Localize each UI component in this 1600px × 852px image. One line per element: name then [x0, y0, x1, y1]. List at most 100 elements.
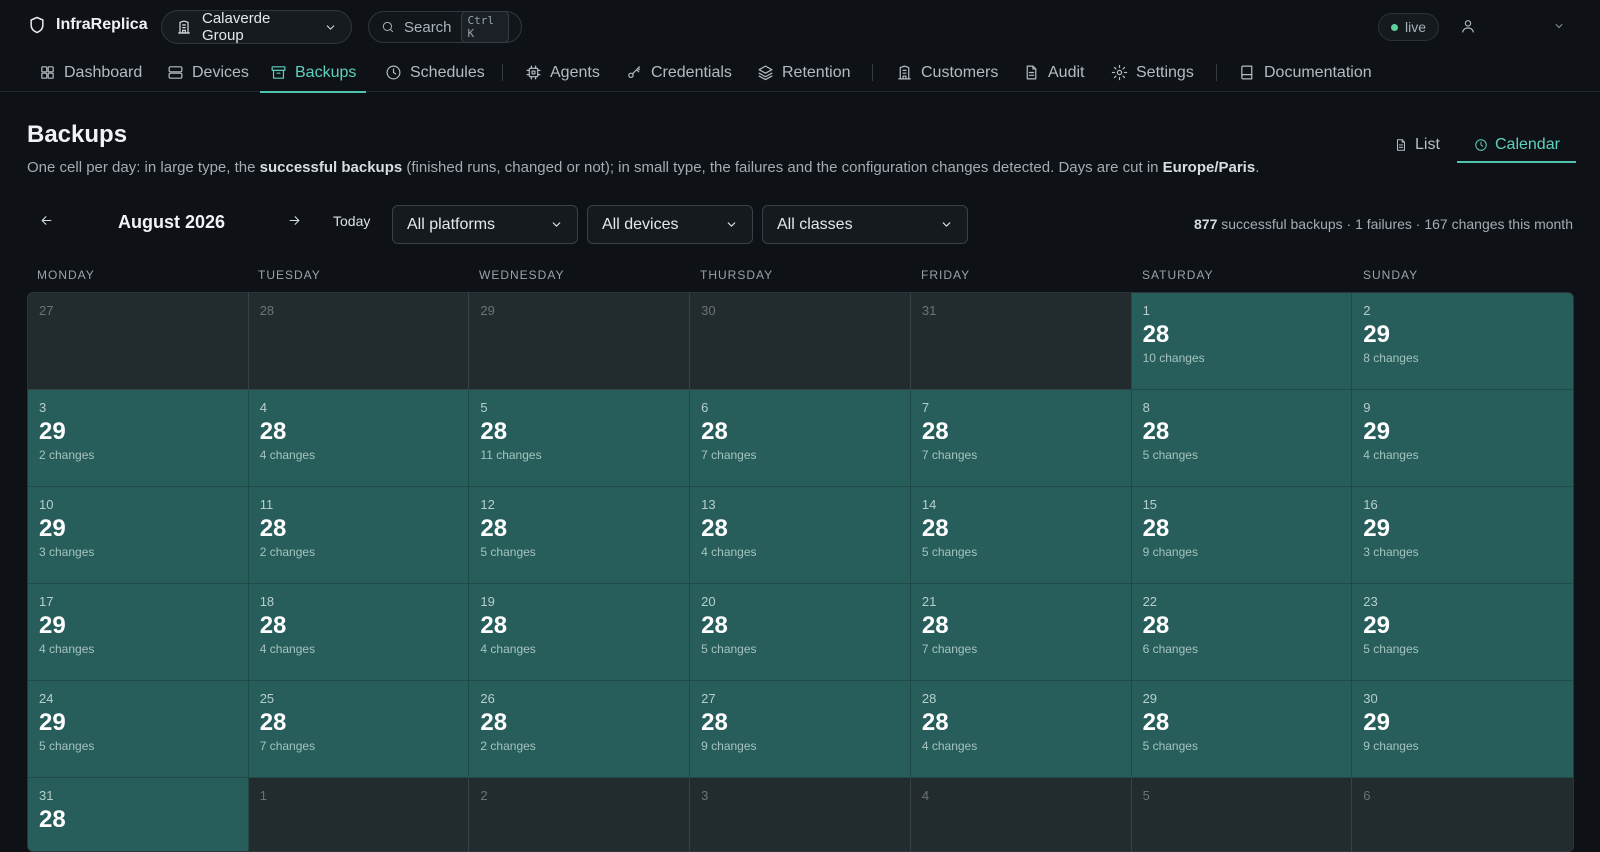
successful-backups-count: 29	[1363, 709, 1390, 736]
calendar-day-cell-outside[interactable]: 31	[910, 293, 1132, 390]
nav-credentials[interactable]: Credentials	[616, 53, 742, 92]
successful-backups-count: 28	[259, 418, 287, 445]
successful-backups-count: 29	[39, 515, 66, 542]
successful-backups-count: 28	[259, 515, 287, 542]
successful-backups-count: 28	[921, 418, 949, 445]
device-select[interactable]: All devices	[587, 205, 753, 244]
calendar-day-cell-outside[interactable]: 1	[248, 778, 470, 851]
weekday-label: SUNDAY	[1363, 268, 1419, 282]
top-bar: InfraReplica Calaverde Group Search Ctrl…	[0, 0, 1600, 53]
calendar-day-cell[interactable]: 24 29 5 changes	[28, 681, 249, 778]
org-switcher-button[interactable]: Calaverde Group	[161, 10, 352, 44]
search-button[interactable]: Search Ctrl K	[368, 11, 522, 43]
calendar-day-cell[interactable]: 28 28 4 changes	[910, 681, 1132, 778]
nav-schedules[interactable]: Schedules	[375, 53, 495, 92]
calendar-day-cell[interactable]: 11 28 2 changes	[248, 487, 470, 584]
calendar-day-cell[interactable]: 17 29 4 changes	[28, 584, 249, 681]
calendar-day-cell[interactable]: 4 28 4 changes	[248, 390, 470, 487]
nav-backups[interactable]: Backups	[260, 53, 367, 93]
calendar-day-cell[interactable]: 8 28 5 changes	[1131, 390, 1353, 487]
calendar-day-cell[interactable]: 31 28	[28, 778, 249, 851]
calendar-day-cell-outside[interactable]: 28	[248, 293, 470, 390]
nav-settings[interactable]: Settings	[1101, 53, 1204, 92]
calendar-day-cell-outside[interactable]: 3	[690, 778, 911, 851]
nav-label: Audit	[1048, 63, 1085, 81]
platform-select[interactable]: All platforms	[392, 205, 578, 244]
calendar-day-cell-outside[interactable]: 27	[28, 293, 249, 390]
calendar-day-cell[interactable]: 23 29 5 changes	[1352, 584, 1573, 681]
calendar-day-cell-outside[interactable]: 5	[1131, 778, 1353, 851]
calendar-day-cell-outside[interactable]: 4	[910, 778, 1132, 851]
nav-audit[interactable]: Audit	[1013, 53, 1094, 92]
calendar-day-cell[interactable]: 9 29 4 changes	[1352, 390, 1573, 487]
nav-agents[interactable]: Agents	[515, 53, 610, 92]
nav-divider	[1216, 64, 1217, 81]
class-select[interactable]: All classes	[762, 205, 968, 244]
calendar-day-cell[interactable]: 27 28 9 changes	[690, 681, 911, 778]
calendar-day-cell[interactable]: 25 28 7 changes	[248, 681, 470, 778]
calendar-day-cell-outside[interactable]: 29	[469, 293, 691, 390]
calendar-day-cell[interactable]: 1 28 10 changes	[1131, 293, 1353, 390]
calendar-day-cell[interactable]: 10 29 3 changes	[28, 487, 249, 584]
day-number: 8	[1142, 400, 1150, 415]
day-number: 15	[1142, 497, 1158, 512]
day-number: 13	[701, 497, 716, 512]
today-button[interactable]: Today	[333, 213, 370, 229]
nav-devices[interactable]: Devices	[157, 53, 259, 92]
user-menu-chevron-icon[interactable]	[1553, 20, 1565, 32]
calendar-day-cell[interactable]: 14 28 5 changes	[910, 487, 1132, 584]
calendar-day-cell[interactable]: 21 28 7 changes	[910, 584, 1132, 681]
calendar-day-cell[interactable]: 5 28 11 changes	[469, 390, 691, 487]
changes-count: 5 changes	[1142, 739, 1198, 753]
stats-successful-count: 877	[1194, 216, 1218, 232]
changes-count: 4 changes	[480, 642, 536, 656]
successful-backups-count: 29	[39, 709, 66, 736]
chevron-down-icon	[550, 218, 563, 231]
user-icon[interactable]	[1460, 18, 1476, 34]
calendar-day-cell[interactable]: 2 29 8 changes	[1352, 293, 1573, 390]
calendar-day-cell[interactable]: 19 28 4 changes	[469, 584, 691, 681]
calendar-day-cell[interactable]: 22 28 6 changes	[1131, 584, 1353, 681]
nav-documentation[interactable]: Documentation	[1229, 53, 1382, 92]
calendar-day-cell[interactable]: 16 29 3 changes	[1352, 487, 1573, 584]
building-icon	[896, 64, 913, 81]
nav-label: Credentials	[651, 63, 732, 81]
nav-dashboard[interactable]: Dashboard	[29, 53, 152, 92]
nav-label: Customers	[921, 63, 999, 81]
nav-retention[interactable]: Retention	[747, 53, 861, 92]
day-number: 27	[39, 303, 54, 318]
successful-backups-count: 28	[1142, 709, 1170, 736]
changes-count: 6 changes	[1142, 642, 1198, 656]
desc-text: .	[1255, 159, 1260, 176]
day-number: 14	[921, 497, 937, 512]
calendar-day-cell[interactable]: 20 28 5 changes	[690, 584, 911, 681]
calendar-day-cell[interactable]: 30 29 9 changes	[1352, 681, 1573, 778]
changes-count: 9 changes	[1363, 739, 1419, 753]
calendar-day-cell-outside[interactable]: 2	[469, 778, 691, 851]
clock-icon	[385, 64, 402, 81]
calendar-day-cell-outside[interactable]: 30	[690, 293, 911, 390]
prev-month-button[interactable]	[39, 213, 54, 228]
calendar-day-cell[interactable]: 7 28 7 changes	[910, 390, 1132, 487]
calendar-day-cell[interactable]: 26 28 2 changes	[469, 681, 691, 778]
day-number: 12	[480, 497, 495, 512]
calendar-day-cell-outside[interactable]: 6	[1352, 778, 1573, 851]
calendar-grid: 27 28 29 30 31 1 28 10 changes 2 29 8 changes 3 29 2 …	[27, 292, 1574, 852]
changes-count: 3 changes	[1363, 545, 1419, 559]
calendar-day-cell[interactable]: 6 28 7 changes	[690, 390, 911, 487]
next-month-button[interactable]	[287, 213, 302, 228]
search-shortcut: Ctrl K	[460, 11, 509, 43]
calendar-day-cell[interactable]: 18 28 4 changes	[248, 584, 470, 681]
changes-count: 4 changes	[1363, 448, 1419, 462]
brand[interactable]: InfraReplica	[27, 15, 148, 35]
calendar-day-cell[interactable]: 13 28 4 changes	[690, 487, 911, 584]
calendar-day-cell[interactable]: 29 28 5 changes	[1131, 681, 1353, 778]
nav-customers[interactable]: Customers	[886, 53, 1008, 92]
tab-list[interactable]: List	[1394, 128, 1440, 162]
tab-calendar[interactable]: Calendar	[1457, 128, 1576, 163]
calendar-day-cell[interactable]: 12 28 5 changes	[469, 487, 691, 584]
successful-backups-count: 28	[480, 709, 508, 736]
successful-backups-count: 28	[921, 612, 949, 639]
calendar-day-cell[interactable]: 15 28 9 changes	[1131, 487, 1353, 584]
calendar-day-cell[interactable]: 3 29 2 changes	[28, 390, 249, 487]
